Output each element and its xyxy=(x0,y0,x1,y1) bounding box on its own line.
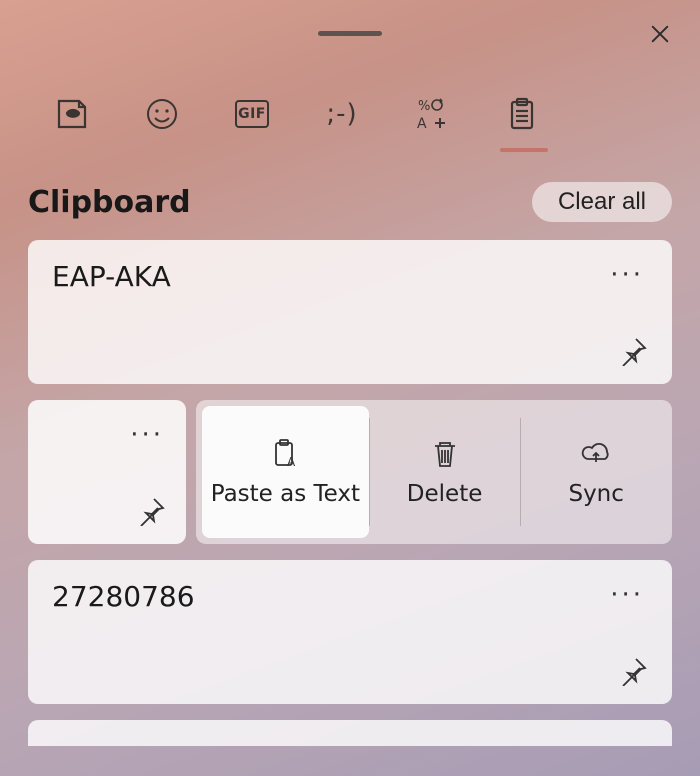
pin-icon xyxy=(618,336,648,366)
paste-as-text-button[interactable]: A Paste as Text xyxy=(202,406,369,538)
paste-text-icon: A xyxy=(268,437,302,471)
pin-button[interactable] xyxy=(618,336,648,366)
sticker-icon xyxy=(55,97,89,131)
close-button[interactable] xyxy=(646,20,674,48)
pin-button[interactable] xyxy=(136,496,166,526)
tab-strip: GIF ;-) % A xyxy=(0,74,700,154)
tab-emoji[interactable] xyxy=(142,92,182,136)
clipboard-item-partial[interactable] xyxy=(28,720,672,746)
pin-button[interactable] xyxy=(618,656,648,686)
clipboard-item[interactable]: EAP-AKA ··· xyxy=(28,240,672,384)
clipboard-item-text: EAP-AKA xyxy=(52,260,648,293)
clipboard-item[interactable]: 27280786 ··· xyxy=(28,560,672,704)
clear-all-button[interactable]: Clear all xyxy=(532,182,672,222)
tab-stickers[interactable] xyxy=(52,92,92,136)
clipboard-item[interactable]: ··· xyxy=(28,400,186,544)
emoji-icon xyxy=(145,97,179,131)
delete-button[interactable]: Delete xyxy=(369,400,521,544)
drag-handle[interactable] xyxy=(318,31,382,36)
trash-icon xyxy=(428,437,462,471)
item-action-bar: A Paste as Text Delete Sync xyxy=(196,400,672,544)
action-label: Paste as Text xyxy=(211,481,360,507)
pin-icon xyxy=(136,496,166,526)
tab-kaomoji[interactable]: ;-) xyxy=(322,92,362,136)
more-button[interactable]: ··· xyxy=(130,420,164,450)
tab-clipboard[interactable] xyxy=(502,92,542,136)
action-label: Delete xyxy=(407,481,483,507)
more-button[interactable]: ··· xyxy=(610,580,644,610)
more-button[interactable]: ··· xyxy=(610,260,644,290)
pin-icon xyxy=(618,656,648,686)
gif-icon: GIF xyxy=(235,100,269,128)
clipboard-icon xyxy=(505,97,539,131)
more-icon: ··· xyxy=(130,420,164,450)
close-icon xyxy=(649,23,671,45)
more-icon: ··· xyxy=(610,260,644,290)
more-icon: ··· xyxy=(610,580,644,610)
cloud-sync-icon xyxy=(579,437,613,471)
symbols-icon: % A xyxy=(415,97,449,131)
sync-button[interactable]: Sync xyxy=(520,400,672,544)
tab-gif[interactable]: GIF xyxy=(232,92,272,136)
clipboard-item-text: 27280786 xyxy=(52,580,648,613)
svg-text:%: % xyxy=(418,99,430,114)
svg-text:A: A xyxy=(417,116,427,131)
action-label: Sync xyxy=(568,481,623,507)
page-title: Clipboard xyxy=(28,185,191,220)
kaomoji-icon: ;-) xyxy=(326,99,357,129)
tab-symbols[interactable]: % A xyxy=(412,92,452,136)
svg-text:A: A xyxy=(287,455,296,469)
